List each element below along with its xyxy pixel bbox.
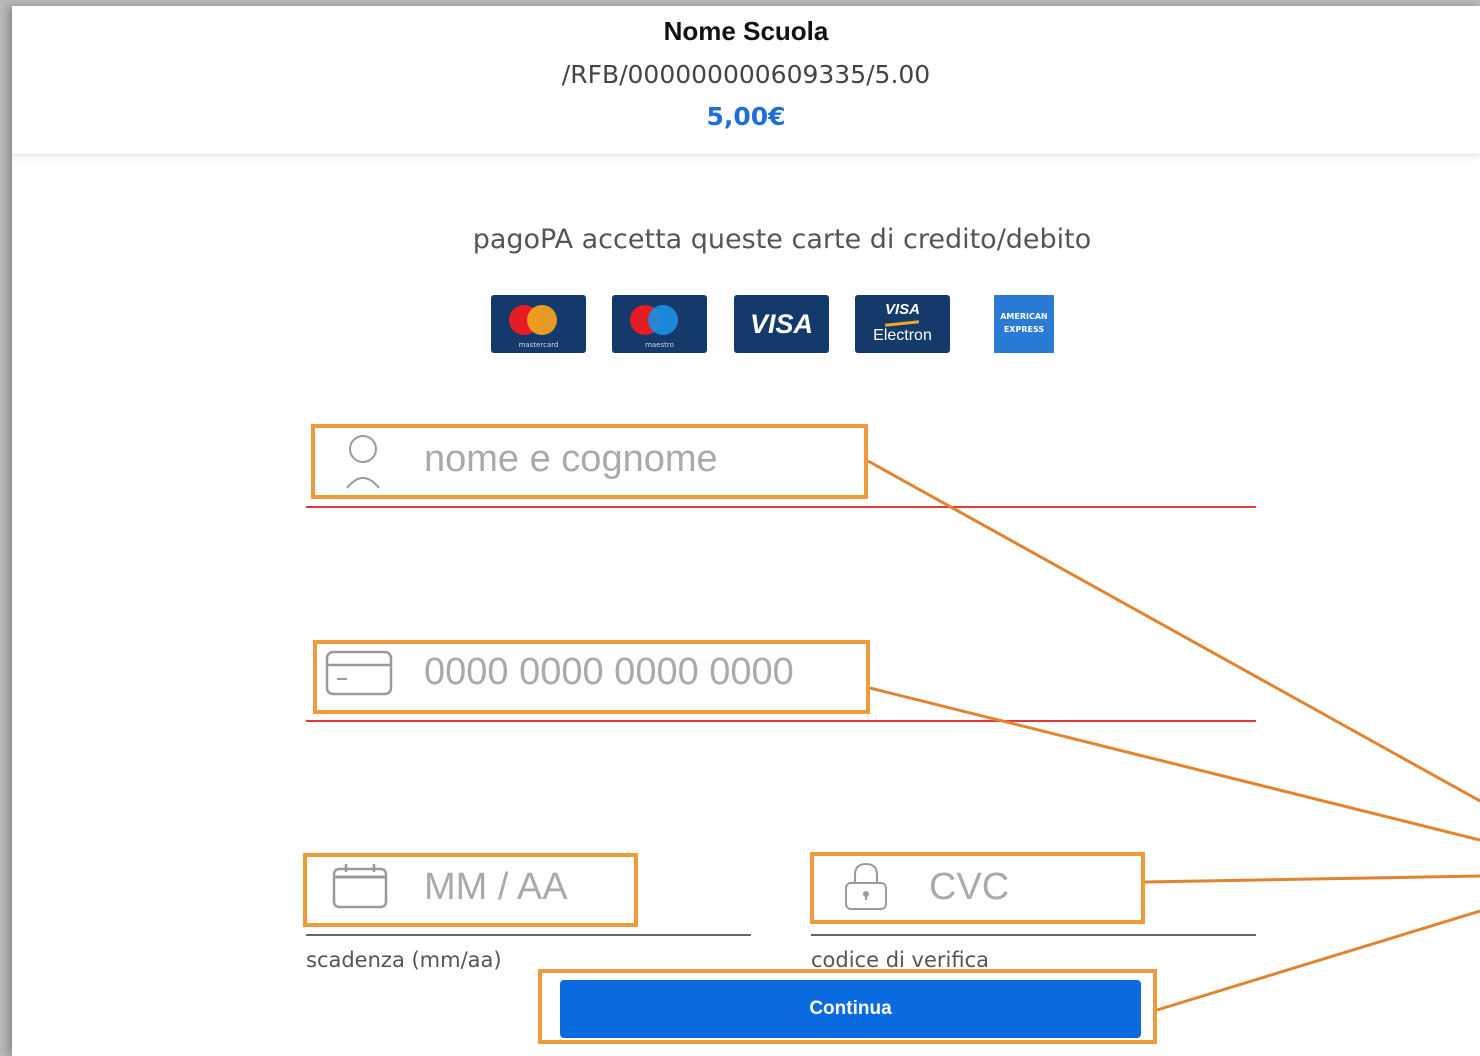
payment-page: Nome Scuola /RFB/000000000609335/5.00 5,… [12, 6, 1480, 1056]
annotation-lines [867, 459, 1480, 1012]
